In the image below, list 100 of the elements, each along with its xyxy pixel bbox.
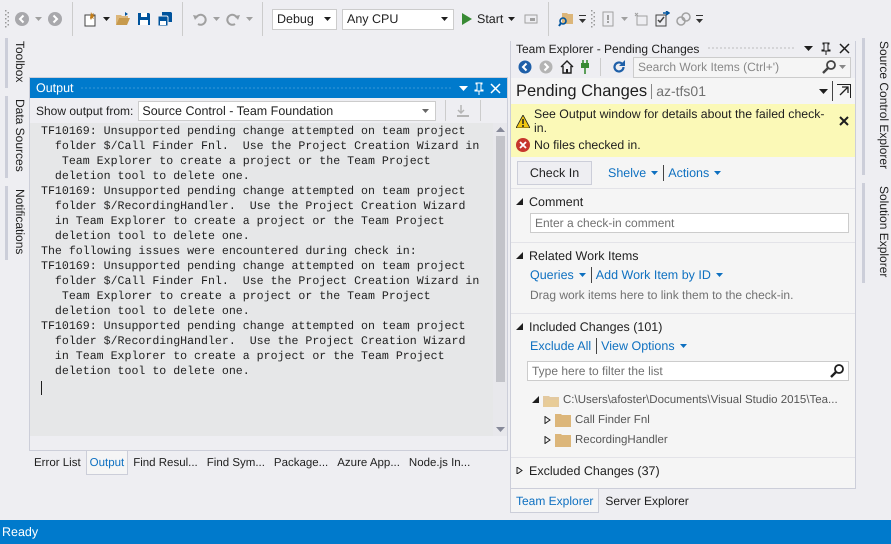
section-title: Related Work Items xyxy=(529,248,639,262)
expander-icon[interactable] xyxy=(516,323,523,330)
panel-tab[interactable]: Find Resul... xyxy=(129,451,202,475)
caret-icon xyxy=(578,273,586,277)
grip-icon xyxy=(591,10,596,28)
section-title: Excluded Changes (37) xyxy=(529,464,660,478)
caret-icon xyxy=(716,273,723,277)
output-line: folder $/Call Finder Fnl. Use the Project Creation Wizard in xyxy=(54,139,480,154)
menu-link[interactable]: Shelve xyxy=(604,166,664,180)
output-line: deletion tool to delete one. xyxy=(54,229,250,244)
folder-icon xyxy=(543,394,559,406)
status-text: Ready xyxy=(2,525,38,539)
field-label: Show output from: xyxy=(36,104,134,118)
caret-icon xyxy=(422,108,430,112)
platform-dropdown[interactable]: Any CPU xyxy=(342,8,454,30)
panel-tab[interactable]: Node.js In... xyxy=(404,451,474,475)
filter-field[interactable]: Type here to filter the list xyxy=(527,361,849,381)
panel-tab[interactable]: Error List xyxy=(30,451,85,475)
side-tab[interactable]: Toolbox xyxy=(5,38,27,88)
caret-icon xyxy=(714,170,722,175)
plug-icon[interactable] xyxy=(581,60,589,74)
caret-icon xyxy=(324,17,331,21)
text-cursor xyxy=(41,381,42,395)
comment-field[interactable]: Enter a check-in comment xyxy=(530,213,849,233)
dropdown-icon[interactable] xyxy=(804,46,813,52)
caret-icon xyxy=(508,17,516,21)
expander-icon[interactable] xyxy=(516,252,523,259)
output-line: in Team Explorer to create a project or the Team Project xyxy=(54,214,445,229)
expander-icon[interactable] xyxy=(544,436,551,444)
configuration-dropdown[interactable]: Debug xyxy=(272,8,337,30)
action-link[interactable]: Add Work Item by ID xyxy=(592,268,728,282)
scroll-up-icon[interactable] xyxy=(496,127,504,132)
warning-icon xyxy=(516,114,530,128)
check-in-button[interactable]: Check In xyxy=(517,160,592,185)
undock-icon[interactable] xyxy=(837,84,851,98)
action-link[interactable]: View Options xyxy=(597,339,692,353)
find-folder-icon[interactable] xyxy=(558,11,574,27)
output-line: TF10169: Unsupported pending change attempted on team project xyxy=(41,259,466,274)
pin-icon[interactable] xyxy=(821,42,831,56)
caret-icon xyxy=(441,17,448,21)
side-tab[interactable]: Solution Explorer xyxy=(862,183,891,284)
tree-item[interactable]: Call Finder Fnl xyxy=(530,412,849,428)
action-link[interactable]: Exclude All xyxy=(530,339,596,353)
panel-tab[interactable]: Azure App... xyxy=(333,451,404,475)
server-name: az-tfs01 xyxy=(651,84,706,99)
overflow-icon[interactable] xyxy=(696,15,704,23)
notification-text: See Output window for details about the failed check-in. xyxy=(534,107,826,136)
expander-icon[interactable] xyxy=(532,396,539,404)
search-icon[interactable] xyxy=(822,60,836,74)
back-icon[interactable] xyxy=(518,60,532,74)
output-line: deletion tool to delete one. xyxy=(54,364,250,379)
expander-icon[interactable] xyxy=(516,198,523,205)
caret-icon xyxy=(839,65,846,70)
panel-tab[interactable]: Package... xyxy=(270,451,332,475)
home-icon[interactable] xyxy=(560,60,574,74)
start-button[interactable]: Start xyxy=(459,8,518,30)
notification-text: No files checked in. xyxy=(534,138,642,152)
panel-tab[interactable]: Server Explorer xyxy=(599,489,695,513)
output-line: folder $/Call Finder Fnl. Use the Project Creation Wizard in xyxy=(54,274,480,289)
checklist-icon[interactable] xyxy=(654,11,670,27)
folder-icon xyxy=(555,414,571,426)
refresh-icon[interactable] xyxy=(612,60,626,74)
close-icon[interactable] xyxy=(839,116,849,126)
output-line: TF10169: Unsupported pending change attempted on team project xyxy=(41,319,466,334)
close-icon[interactable] xyxy=(839,43,850,54)
grip-icon xyxy=(5,10,9,28)
expander-icon[interactable] xyxy=(516,467,523,474)
action-link[interactable]: Queries xyxy=(530,268,591,282)
section-title: Comment xyxy=(529,194,584,208)
output-line: folder $/RecordingHandler. Use the Project Creation Wizard xyxy=(54,334,466,349)
save-icon[interactable] xyxy=(136,11,152,27)
save-all-icon[interactable] xyxy=(157,11,173,27)
caret-icon xyxy=(651,170,658,175)
menu-link[interactable]: Actions xyxy=(664,166,726,180)
panel-title: Team Explorer - Pending Changes xyxy=(516,42,700,56)
tree-item[interactable]: RecordingHandler xyxy=(530,432,849,448)
output-source-dropdown[interactable]: Source Control - Team Foundation xyxy=(138,100,436,120)
folder-icon xyxy=(555,434,571,446)
output-line: The following issues were encountered during check in: xyxy=(41,244,417,259)
output-line: TF10169: Unsupported pending change attempted on team project xyxy=(41,184,466,199)
dropdown-icon[interactable] xyxy=(819,88,828,94)
expander-icon[interactable] xyxy=(544,416,551,424)
output-line: Team Explorer to create a project or the Team Project xyxy=(60,289,431,304)
hint-text: Drag work items here to link them to the check-in. xyxy=(530,287,794,304)
page-title: Pending Changes xyxy=(516,82,648,101)
section-title: Included Changes (101) xyxy=(529,320,662,334)
scroll-down-icon[interactable] xyxy=(496,427,504,432)
overflow-icon[interactable] xyxy=(579,15,586,23)
side-tab[interactable]: Source Control Explorer xyxy=(862,38,891,176)
scrollbar-thumb[interactable] xyxy=(496,136,504,382)
output-line: Team Explorer to create a project or the Team Project xyxy=(60,154,431,169)
output-line: deletion tool to delete one. xyxy=(54,169,250,184)
panel-tab[interactable]: Team Explorer xyxy=(510,489,600,513)
new-project-icon[interactable] xyxy=(82,11,98,27)
panel-tab[interactable]: Output xyxy=(86,451,128,475)
panel-tab[interactable]: Find Sym... xyxy=(202,451,269,475)
caret-icon[interactable] xyxy=(103,17,110,21)
output-line: folder $/RecordingHandler. Use the Project Creation Wizard xyxy=(54,199,466,214)
open-folder-icon[interactable] xyxy=(115,11,131,27)
tree-item[interactable]: C:\Users\afoster\Documents\Visual Studio 2015\Tea... xyxy=(530,392,849,408)
